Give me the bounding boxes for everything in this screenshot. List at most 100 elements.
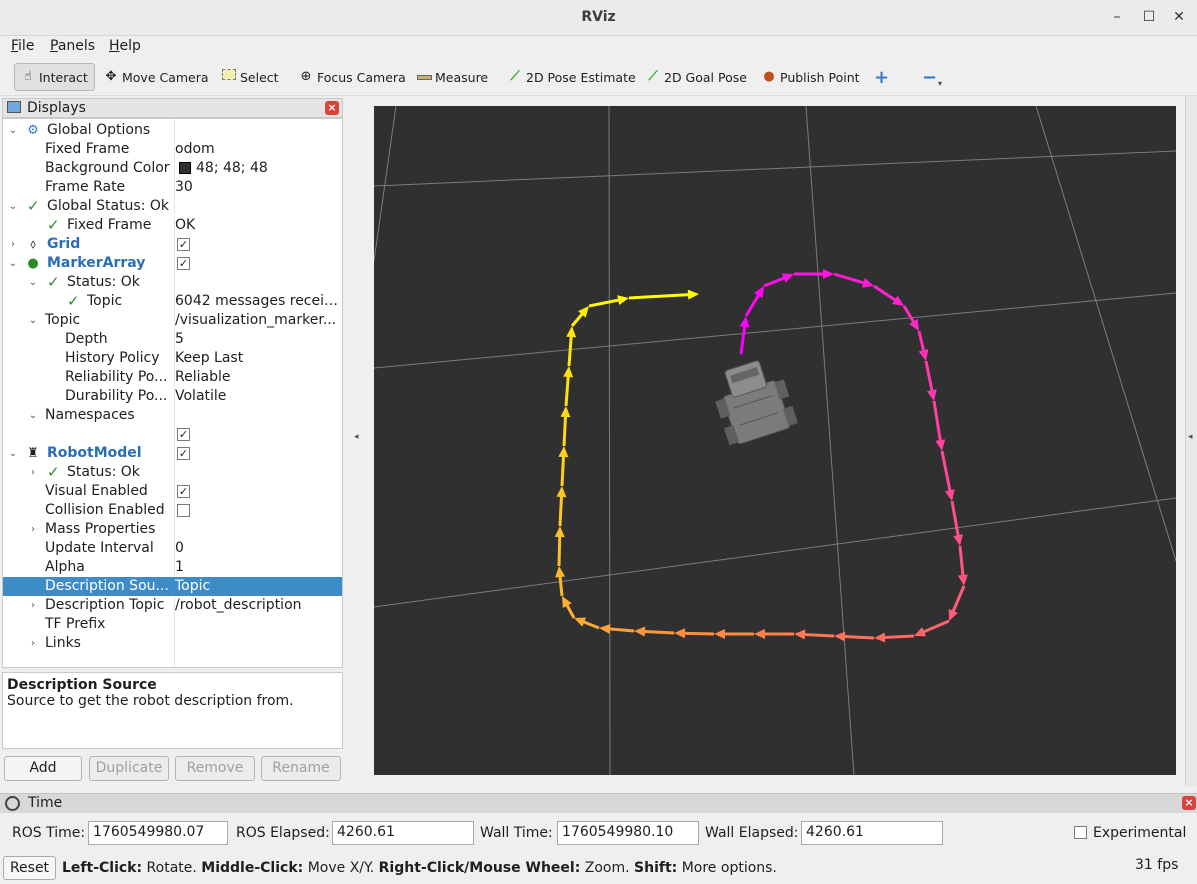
marker-array-checkbox[interactable]: ✓ (177, 257, 190, 270)
chevron-down-icon[interactable]: ⌄ (7, 197, 19, 216)
visual-enabled-checkbox[interactable]: ✓ (177, 485, 190, 498)
tree-value[interactable]: Reliable (175, 368, 341, 387)
measure-tool[interactable]: Measure (415, 63, 488, 91)
tree-row-visual-enabled[interactable]: Visual Enabled ✓ (3, 482, 342, 501)
ros-time-field[interactable]: 1760549980.07 (88, 821, 228, 845)
tree-value[interactable]: Topic (175, 577, 341, 596)
tree-row-description-source[interactable]: Description Sou... Topic (3, 577, 342, 596)
tree-value[interactable]: odom (175, 140, 341, 159)
chevron-right-icon[interactable]: › (27, 463, 39, 482)
grid-checkbox[interactable]: ✓ (177, 238, 190, 251)
tree-row-namespace-entry[interactable]: ✓ (3, 425, 342, 444)
tree-row-grid[interactable]: › ⬨ Grid ✓ (3, 235, 342, 254)
tree-value[interactable]: /visualization_marker... (175, 311, 341, 330)
collision-enabled-checkbox[interactable] (177, 504, 190, 517)
tree-row-update-interval[interactable]: Update Interval 0 (3, 539, 342, 558)
tree-value[interactable]: Keep Last (175, 349, 341, 368)
color-swatch[interactable] (179, 162, 191, 174)
robot-model-checkbox[interactable]: ✓ (177, 447, 190, 460)
interact-tool[interactable]: ☝ Interact (14, 63, 95, 91)
chevron-right-icon[interactable]: › (27, 520, 39, 539)
chevron-down-icon[interactable]: ⌄ (27, 311, 39, 330)
chevron-right-icon[interactable]: › (27, 634, 39, 653)
rename-display-button[interactable]: Rename (261, 756, 341, 781)
select-tool[interactable]: Select (220, 63, 279, 91)
tree-row-durability-policy[interactable]: Durability Po... Volatile (3, 387, 342, 406)
focus-camera-tool[interactable]: ⊕ Focus Camera (297, 63, 406, 91)
tree-row-robot-status[interactable]: › ✓ Status: Ok (3, 463, 342, 482)
maximize-icon[interactable]: ☐ (1139, 7, 1159, 27)
tree-row-namespaces[interactable]: ⌄ Namespaces (3, 406, 342, 425)
collapse-right-icon[interactable]: ◂ (1188, 432, 1193, 442)
chevron-right-icon[interactable]: › (7, 235, 19, 254)
tree-row-collision-enabled[interactable]: Collision Enabled (3, 501, 342, 520)
pose-estimate-tool[interactable]: ⟋ 2D Pose Estimate (506, 63, 635, 91)
add-display-button[interactable]: Add (4, 756, 82, 781)
render-view[interactable] (373, 105, 1177, 776)
chevron-down-icon[interactable]: ⌄ (7, 121, 19, 140)
tree-row-topic[interactable]: ⌄ Topic /visualization_marker... (3, 311, 342, 330)
wall-time-field[interactable]: 1760549980.10 (557, 821, 699, 845)
tree-value[interactable]: /robot_description (175, 596, 341, 615)
tree-row-depth[interactable]: Depth 5 (3, 330, 342, 349)
collapse-left-icon[interactable]: ◂ (354, 432, 359, 442)
tree-row-frame-rate[interactable]: Frame Rate 30 (3, 178, 342, 197)
tree-value[interactable]: 1 (175, 558, 341, 577)
tree-value[interactable]: 0 (175, 539, 341, 558)
scene-canvas[interactable] (373, 105, 1177, 776)
ros-elapsed-field[interactable]: 4260.61 (332, 821, 474, 845)
tree-row-links[interactable]: › Links (3, 634, 342, 653)
displays-tree[interactable]: ⌄ ⚙ Global Options Fixed Frame odom Back… (2, 118, 343, 668)
close-icon[interactable]: ✕ (1169, 7, 1189, 27)
chevron-down-icon[interactable]: ⌄ (7, 444, 19, 463)
tree-row-topic-status[interactable]: ✓ Topic 6042 messages receiv... (3, 292, 342, 311)
measure-label: Measure (435, 69, 489, 85)
tree-row-marker-array[interactable]: ⌄ ● MarkerArray ✓ (3, 254, 342, 273)
menu-help[interactable]: Help (109, 38, 141, 54)
tree-label: Visual Enabled (45, 483, 148, 499)
tree-label: Links (45, 635, 81, 651)
goal-pose-tool[interactable]: ⟋ 2D Goal Pose (644, 63, 747, 91)
panel-splitter[interactable]: ◂ (350, 96, 366, 786)
close-panel-icon[interactable]: × (1182, 796, 1196, 810)
tree-row-marker-status[interactable]: ⌄ ✓ Status: Ok (3, 273, 342, 292)
chevron-right-icon[interactable]: › (27, 596, 39, 615)
close-panel-icon[interactable]: × (325, 101, 339, 115)
tree-row-robot-model[interactable]: ⌄ ♜ RobotModel ✓ (3, 444, 342, 463)
duplicate-display-button[interactable]: Duplicate (89, 756, 169, 781)
experimental-checkbox[interactable] (1074, 826, 1087, 839)
title-bar: RViz – ☐ ✕ (0, 0, 1197, 36)
tree-row-tf-prefix[interactable]: TF Prefix (3, 615, 342, 634)
grid-icon: ⬨ (30, 237, 36, 252)
tree-row-reliability-policy[interactable]: Reliability Po... Reliable (3, 368, 342, 387)
reset-button[interactable]: Reset (3, 856, 56, 880)
minimize-icon[interactable]: – (1107, 7, 1127, 27)
tree-value[interactable]: 30 (175, 178, 341, 197)
tree-row-fixed-frame[interactable]: Fixed Frame odom (3, 140, 342, 159)
remove-tool-button[interactable]: − ▾ (922, 63, 942, 91)
namespace-checkbox[interactable]: ✓ (177, 428, 190, 441)
chevron-down-icon[interactable]: ⌄ (7, 254, 19, 273)
tree-row-background-color[interactable]: Background Color 48; 48; 48 (3, 159, 342, 178)
chevron-down-icon[interactable]: ⌄ (27, 406, 39, 425)
add-tool-button[interactable]: + (874, 63, 889, 91)
tree-row-description-topic[interactable]: › Description Topic /robot_description (3, 596, 342, 615)
tree-row-global-status[interactable]: ⌄ ✓ Global Status: Ok (3, 197, 342, 216)
right-dock-handle[interactable]: ◂ (1185, 96, 1197, 786)
publish-point-tool[interactable]: ● Publish Point (760, 63, 859, 91)
remove-display-button[interactable]: Remove (175, 756, 255, 781)
tree-value[interactable]: 48; 48; 48 (196, 159, 342, 178)
tree-row-global-options[interactable]: ⌄ ⚙ Global Options (3, 121, 342, 140)
move-camera-tool[interactable]: ✥ Move Camera (102, 63, 209, 91)
tree-row-mass-properties[interactable]: › Mass Properties (3, 520, 342, 539)
tree-value[interactable]: 5 (175, 330, 341, 349)
time-title: Time (28, 795, 63, 811)
chevron-down-icon[interactable]: ⌄ (27, 273, 39, 292)
tree-row-alpha[interactable]: Alpha 1 (3, 558, 342, 577)
tree-row-fixed-frame-status[interactable]: ✓ Fixed Frame OK (3, 216, 342, 235)
menu-file[interactable]: File (11, 38, 34, 54)
menu-panels[interactable]: Panels (50, 38, 95, 54)
tree-row-history-policy[interactable]: History Policy Keep Last (3, 349, 342, 368)
tree-value[interactable]: Volatile (175, 387, 341, 406)
wall-elapsed-field[interactable]: 4260.61 (801, 821, 943, 845)
